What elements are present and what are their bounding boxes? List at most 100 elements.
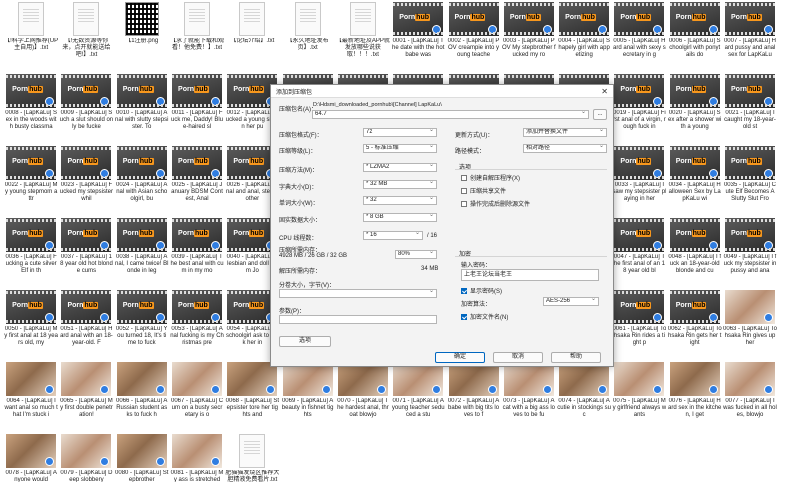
file-item[interactable]: 0080 - [LapKaLu] Stepbrother — [115, 434, 169, 482]
archive-name-field[interactable]: 64.7 — [312, 110, 589, 119]
text-file-icon — [73, 2, 100, 36]
file-item[interactable]: 【永久地址发布页】.txt — [280, 2, 334, 70]
file-item[interactable]: Pornhub 0051 - [LapKaLu] Hard anal with a… — [59, 290, 113, 358]
video-logo-icon: Pornhub — [731, 14, 762, 21]
file-item[interactable]: Pornhub 0002 - [LapKaLu] POV creampie int… — [446, 2, 500, 70]
file-item[interactable]: 0077 - [LapKaLu] I was fucked in all hol… — [723, 362, 777, 430]
file-item[interactable]: Pornhub 0022 - [LapKaLu] My young stepmom… — [4, 146, 58, 214]
video-logo-icon: Pornhub — [731, 86, 762, 93]
file-item[interactable]: Pornhub 0025 - [LapKaLu] January BDSM Con… — [170, 146, 224, 214]
file-item[interactable]: Pornhub 0004 - [LapKaLu] Shapely girl wit… — [557, 2, 611, 70]
cancel-button[interactable]: 取消 — [493, 352, 543, 363]
file-item[interactable]: 【!无数资源等你来，点开就能送给吧!】.txt — [59, 2, 113, 70]
file-name: 0035 - [LapKaLu] Cute Elf Becomes A Slut… — [723, 182, 777, 202]
file-item[interactable]: 0063 - [LapKaLu] Tohsaka Rin gives up he… — [723, 290, 777, 358]
file-item[interactable]: 0076 - [LapKaLu] Hard sex in the kitchen… — [668, 362, 722, 430]
file-item[interactable]: Pornhub 0009 - [LapKaLu] Such a slut shou… — [59, 74, 113, 142]
word-select[interactable]: * 32 — [363, 196, 437, 205]
file-item[interactable]: 0064 - [LapKaLu] I want anal so much tha… — [4, 362, 58, 430]
split-select[interactable] — [279, 289, 437, 298]
file-item[interactable]: Pornhub 0019 - [LapKaLu] First anal of a … — [612, 74, 666, 142]
opt-shared-checkbox[interactable]: 压缩共享文件 — [461, 186, 506, 195]
cpu-select[interactable]: * 16 — [363, 231, 423, 240]
file-item[interactable]: 【!科学上网推荐(UP主自用)】.txt — [4, 2, 58, 70]
file-item[interactable]: Pornhub 0039 - [LapKaLu] The best anal wi… — [170, 218, 224, 286]
file-item[interactable]: Pornhub 0049 - [LapKaLu] I fuck my stepsi… — [723, 218, 777, 286]
player-badge-icon — [155, 169, 165, 178]
file-item[interactable]: 0072 - [LapKaLu] A babe with big tits lo… — [446, 362, 500, 430]
file-item[interactable]: Pornhub 0024 - [LapKaLu] Anal with Asian … — [115, 146, 169, 214]
path-mode-select[interactable]: 相对路径 — [523, 144, 607, 153]
file-item[interactable]: Pornhub 0021 - [LapKaLu] I caught my 18-y… — [723, 74, 777, 142]
file-item[interactable]: 【求了就能下载和观看！他免费！】.txt — [170, 2, 224, 70]
dict-select[interactable]: * 32 MB — [363, 180, 437, 189]
level-select[interactable]: 5 - 标准压缩 — [363, 144, 437, 153]
file-item[interactable]: Pornhub 0003 - [LapKaLu] POV My stepbroth… — [502, 2, 556, 70]
password-field[interactable]: 上老王论坛当老王 — [461, 269, 599, 281]
file-item[interactable]: Pornhub 0052 - [LapKaLu] You turned 18, I… — [115, 290, 169, 358]
file-item[interactable]: 【最新地址及APP就发放哪些说获取！！！.txt — [336, 2, 390, 70]
mem-percent-select[interactable]: 80% — [395, 250, 437, 259]
video-logo-icon: Pornhub — [675, 302, 707, 309]
file-item[interactable]: Pornhub 0035 - [LapKaLu] Cute Elf Becomes… — [723, 146, 777, 214]
video-thumbnail: Pornhub — [172, 290, 223, 324]
file-item[interactable]: Pornhub 0011 - [LapKaLu] Fuck me, Daddy! … — [170, 74, 224, 142]
file-item[interactable]: Pornhub 0034 - [LapKaLu] Halloween Sex by… — [668, 146, 722, 214]
update-select[interactable]: 添加并替换文件 — [523, 128, 607, 137]
file-item[interactable]: Pornhub 0036 - [LapKaLu] Fucking a cute s… — [4, 218, 58, 286]
file-item[interactable]: 0073 - [LapKaLu] A cat with a big ass lo… — [502, 362, 556, 430]
file-item[interactable]: Pornhub 0061 - [LapKaLu] Tohsaka Rin ride… — [612, 290, 666, 358]
file-item[interactable]: 0078 - [LapKaLu] Anyone would — [4, 434, 58, 482]
file-item[interactable]: 【论坛介绍】.txt — [225, 2, 279, 70]
file-item[interactable]: 0067 - [LapKaLu] Cum on a busty secretar… — [170, 362, 224, 430]
video-thumbnail — [393, 362, 444, 396]
encrypt-method-select[interactable]: AES-256 — [543, 297, 599, 306]
file-item[interactable]: Pornhub 0053 - [LapKaLu] Anal fucking is … — [170, 290, 224, 358]
file-item[interactable]: 0079 - [LapKaLu] Deep slobbery — [59, 434, 113, 482]
file-item[interactable]: Pornhub 0007 - [LapKaLu] Hard pussy and a… — [723, 2, 777, 70]
ok-button[interactable]: 确定 — [435, 352, 485, 363]
options-button[interactable]: 选项 — [279, 336, 331, 347]
file-item[interactable]: 0070 - [LapKaLu] The hardest anal, throa… — [336, 362, 390, 430]
file-name: 0062 - [LapKaLu] Tohsaka Rin gets her ti… — [667, 326, 722, 346]
file-item[interactable]: Pornhub 0033 - [LapKaLu] I saw my stepsis… — [612, 146, 666, 214]
file-item[interactable]: Pornhub 0010 - [LapKaLu] Anal with slutty… — [115, 74, 169, 142]
file-item[interactable]: 0066 - [LapKaLu] A Russian student asks … — [115, 362, 169, 430]
file-item[interactable]: Pornhub 0047 - [LapKaLu] The first anal o… — [612, 218, 666, 286]
encrypt-names-checkbox[interactable]: 加密文件名(N) — [461, 312, 508, 321]
solid-select[interactable]: * 8 GB — [363, 213, 437, 222]
file-item[interactable]: 0069 - [LapKaLu] A beauty in fishnet tig… — [280, 362, 334, 430]
file-item[interactable]: Pornhub 0050 - [LapKaLu] My first anal at… — [4, 290, 58, 358]
params-field[interactable] — [279, 315, 437, 324]
file-item[interactable]: 【1注册.png — [115, 2, 169, 70]
file-item[interactable]: Pornhub 0048 - [LapKaLu] I fuck an 18-yea… — [668, 218, 722, 286]
text-file-icon — [239, 434, 266, 468]
method-select[interactable]: * LZMA2 — [363, 163, 437, 172]
file-item[interactable]: Pornhub 0038 - [LapKaLu] Anal, I came twi… — [115, 218, 169, 286]
file-item[interactable]: Pornhub 0006 - [LapKaLu] Schoolgirl with … — [668, 2, 722, 70]
opt-delete-checkbox[interactable]: 操作完成后删除源文件 — [461, 199, 530, 208]
file-item[interactable]: Pornhub 0023 - [LapKaLu] Fucked my stepsi… — [59, 146, 113, 214]
file-item[interactable]: Pornhub 0020 - [LapKaLu] Sex after a show… — [668, 74, 722, 142]
player-badge-icon — [45, 241, 55, 250]
browse-button[interactable]: ... — [593, 109, 607, 120]
help-button[interactable]: 帮助 — [551, 352, 601, 363]
file-item[interactable]: Pornhub 0037 - [LapKaLu] 18 year old hot … — [59, 218, 113, 286]
file-item[interactable]: Pornhub 0008 - [LapKaLu] Sex in the woods… — [4, 74, 58, 142]
file-item[interactable]: 0071 - [LapKaLu] A young teacher seduced… — [391, 362, 445, 430]
close-icon[interactable]: ✕ — [601, 87, 608, 96]
opt-sfx-checkbox[interactable]: 创建自解压程序(X) — [461, 173, 520, 182]
file-item[interactable]: 0075 - [LapKaLu] My girlfriend always wa… — [612, 362, 666, 430]
file-item[interactable]: 0068 - [LapKaLu] Stepsister tore her tig… — [225, 362, 279, 430]
file-item[interactable]: Pornhub 0001 - [LapKaLu] The date with th… — [391, 2, 445, 70]
show-password-checkbox[interactable]: 显示密码(S) — [461, 286, 502, 295]
format-select[interactable]: 7z — [363, 128, 437, 137]
video-thumbnail: Pornhub — [6, 146, 57, 180]
file-item[interactable]: 0081 - [LapKaLu] My ass is stretched — [170, 434, 224, 482]
file-item[interactable]: 肥猫猫发烧区推荐大胆精液免费看片.txt — [225, 434, 279, 482]
file-item[interactable]: 0074 - [LapKaLu] A cutie in stockings su… — [557, 362, 611, 430]
file-item[interactable]: Pornhub 0062 - [LapKaLu] Tohsaka Rin gets… — [668, 290, 722, 358]
file-item[interactable]: Pornhub 0005 - [LapKaLu] Hard anal with s… — [612, 2, 666, 70]
file-name: 【最新地址及APP就发放哪些说获取！！！.txt — [335, 38, 390, 58]
file-item[interactable]: 0065 - [LapKaLu] My first double penetra… — [59, 362, 113, 430]
